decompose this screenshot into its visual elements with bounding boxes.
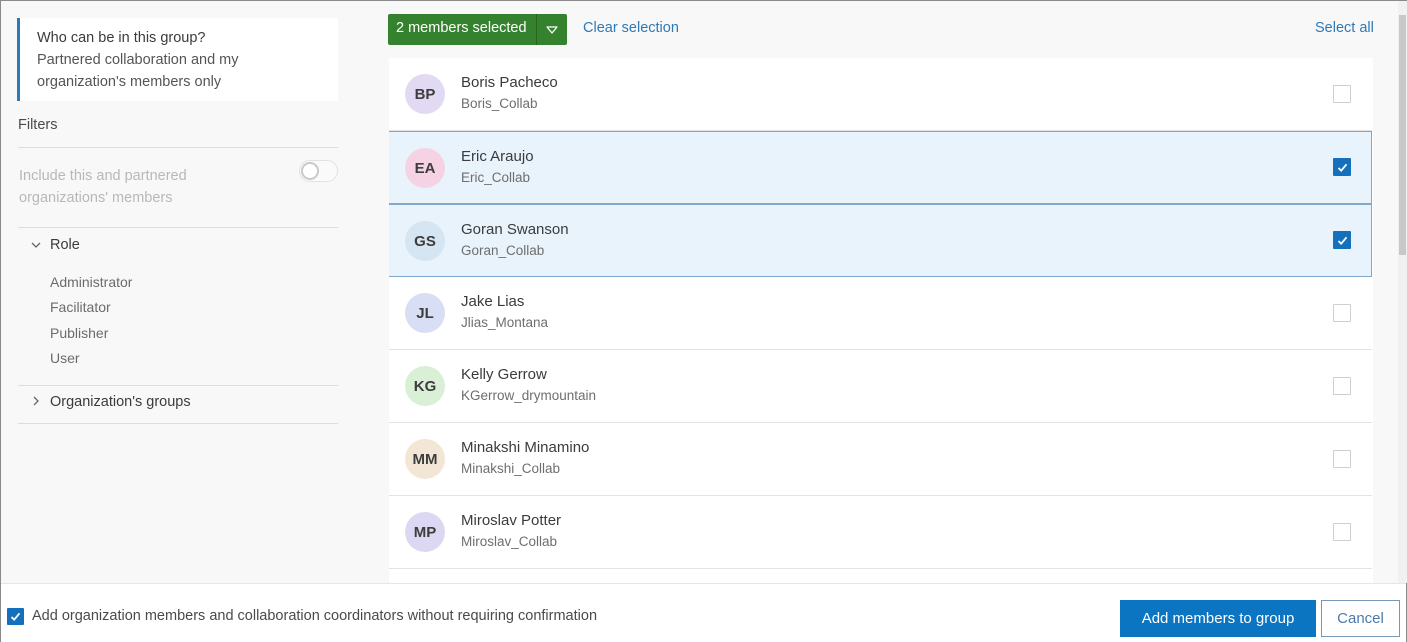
member-checkbox[interactable] bbox=[1333, 523, 1351, 541]
avatar: MP bbox=[405, 512, 445, 552]
role-item-facilitator[interactable]: Facilitator bbox=[50, 299, 111, 315]
partner-members-toggle[interactable] bbox=[299, 160, 338, 182]
auto-add-checkbox[interactable] bbox=[7, 608, 24, 625]
scrollbar-thumb[interactable] bbox=[1399, 15, 1406, 255]
eligibility-title: Who can be in this group? bbox=[37, 30, 206, 46]
group-eligibility-card: Who can be in this group? Partnered coll… bbox=[17, 18, 338, 101]
eligibility-line-1: Partnered collaboration and my bbox=[37, 52, 239, 68]
member-checkbox[interactable] bbox=[1333, 377, 1351, 395]
member-row[interactable]: BP Boris Pacheco Boris_Collab bbox=[389, 58, 1372, 131]
member-checkbox[interactable] bbox=[1333, 85, 1351, 103]
chevron-down-icon bbox=[29, 238, 43, 252]
checkmark-icon bbox=[1337, 163, 1348, 173]
add-members-button[interactable]: Add members to group bbox=[1120, 600, 1316, 637]
member-username: Goran_Collab bbox=[461, 243, 545, 258]
role-item-user[interactable]: User bbox=[50, 350, 80, 366]
member-checkbox[interactable] bbox=[1333, 450, 1351, 468]
avatar: GS bbox=[405, 221, 445, 261]
partner-members-toggle-label: Include this and partnered organizations… bbox=[19, 165, 249, 209]
toggle-knob bbox=[301, 162, 319, 180]
member-row[interactable]: MP Miroslav Potter Miroslav_Collab bbox=[389, 496, 1372, 569]
divider bbox=[18, 385, 338, 386]
chevron-right-icon bbox=[29, 395, 43, 409]
caret-down-icon[interactable] bbox=[537, 14, 567, 45]
member-checkbox[interactable] bbox=[1333, 231, 1351, 249]
divider bbox=[18, 423, 338, 424]
eligibility-line-2: organization's members only bbox=[37, 74, 222, 90]
avatar: JL bbox=[405, 293, 445, 333]
member-name: Kelly Gerrow bbox=[461, 366, 547, 383]
members-selected-label: 2 members selected bbox=[388, 14, 537, 45]
member-checkbox[interactable] bbox=[1333, 158, 1351, 176]
filter-panel: Who can be in this group? Partnered coll… bbox=[1, 1, 361, 583]
cancel-button[interactable]: Cancel bbox=[1321, 600, 1400, 637]
member-checkbox[interactable] bbox=[1333, 304, 1351, 322]
member-row[interactable] bbox=[389, 569, 1372, 583]
checkmark-icon bbox=[1337, 236, 1348, 246]
member-username: Eric_Collab bbox=[461, 170, 531, 185]
member-username: KGerrow_drymountain bbox=[461, 388, 597, 403]
dialog-footer: Add organization members and collaborati… bbox=[1, 583, 1406, 642]
scrollbar[interactable] bbox=[1398, 1, 1407, 583]
avatar: KG bbox=[405, 366, 445, 406]
role-filter-header[interactable]: Role bbox=[29, 237, 80, 253]
members-selected-dropdown[interactable]: 2 members selected bbox=[388, 14, 567, 45]
checkmark-icon bbox=[10, 612, 21, 622]
member-row[interactable]: JL Jake Lias Jlias_Montana bbox=[389, 277, 1372, 350]
avatar: EA bbox=[405, 148, 445, 188]
member-row[interactable]: EA Eric Araujo Eric_Collab bbox=[389, 131, 1372, 204]
member-row[interactable]: MM Minakshi Minamino Minakshi_Collab bbox=[389, 423, 1372, 496]
member-name: Eric Araujo bbox=[461, 148, 534, 165]
member-username: Boris_Collab bbox=[461, 96, 538, 111]
member-row[interactable]: GS Goran Swanson Goran_Collab bbox=[389, 204, 1372, 277]
member-row[interactable]: KG Kelly Gerrow KGerrow_drymountain bbox=[389, 350, 1372, 423]
avatar: BP bbox=[405, 74, 445, 114]
clear-selection-link[interactable]: Clear selection bbox=[583, 20, 679, 36]
avatar: MM bbox=[405, 439, 445, 479]
member-name: Goran Swanson bbox=[461, 221, 569, 238]
role-item-administrator[interactable]: Administrator bbox=[50, 274, 132, 290]
member-list: BP Boris Pacheco Boris_Collab EA Eric Araujo… bbox=[389, 58, 1373, 583]
filters-heading: Filters bbox=[18, 117, 58, 133]
member-name: Jake Lias bbox=[461, 293, 525, 310]
role-item-publisher[interactable]: Publisher bbox=[50, 325, 108, 341]
member-username: Miroslav_Collab bbox=[461, 534, 558, 549]
select-all-link[interactable]: Select all bbox=[1315, 20, 1374, 36]
member-name: Boris Pacheco bbox=[461, 74, 558, 91]
member-name: Miroslav Potter bbox=[461, 512, 562, 529]
member-username: Jlias_Montana bbox=[461, 315, 549, 330]
member-name: Minakshi Minamino bbox=[461, 439, 590, 456]
role-filter-label: Role bbox=[50, 237, 80, 253]
member-username: Minakshi_Collab bbox=[461, 461, 561, 476]
org-groups-filter-header[interactable]: Organization's groups bbox=[29, 394, 191, 410]
auto-add-label[interactable]: Add organization members and collaborati… bbox=[32, 608, 597, 624]
divider bbox=[18, 227, 338, 228]
toggle-label-line-1: Include this and partnered bbox=[19, 168, 187, 184]
divider bbox=[18, 147, 338, 148]
org-groups-filter-label: Organization's groups bbox=[50, 394, 191, 410]
toggle-label-line-2: organizations' members bbox=[19, 190, 173, 206]
